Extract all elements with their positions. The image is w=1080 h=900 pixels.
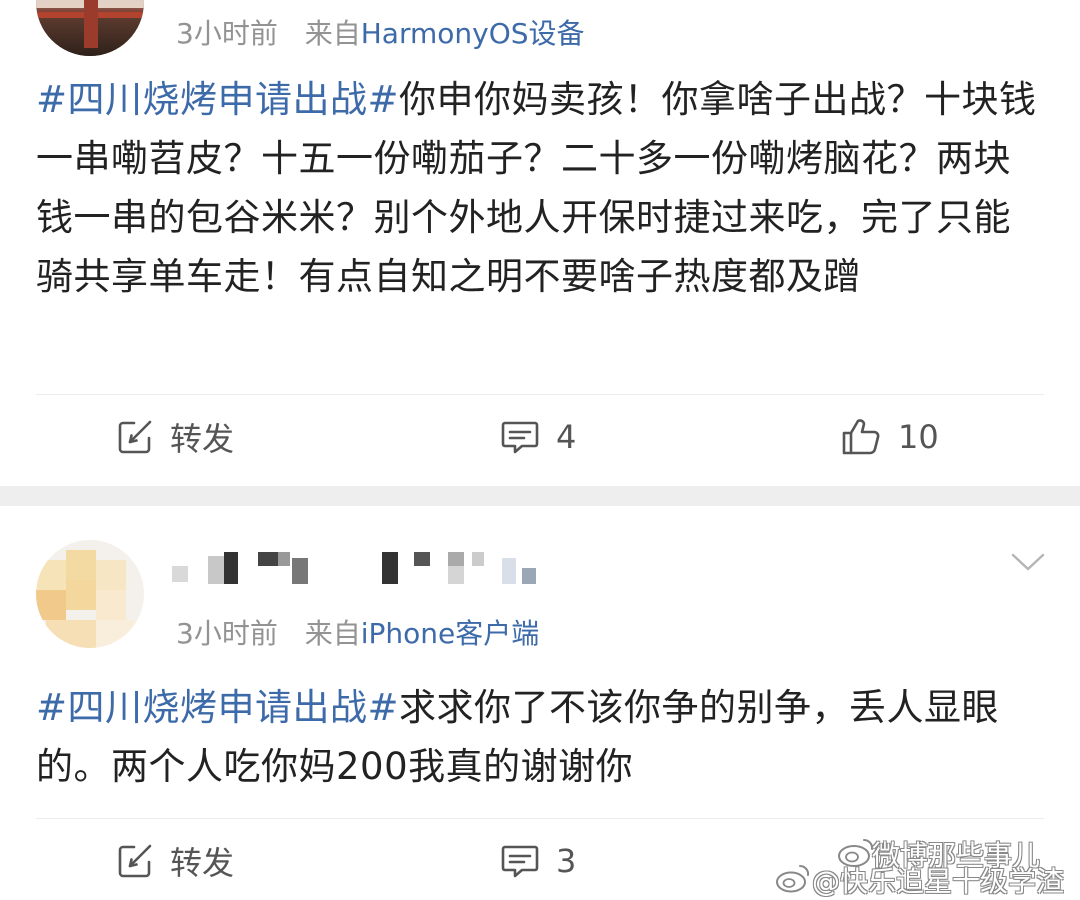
source-device[interactable]: HarmonyOS设备 (361, 17, 585, 50)
post-time: 3小时前 (176, 17, 278, 50)
comment-icon (501, 845, 539, 878)
source-prefix: 来自 (304, 17, 361, 50)
action-bar: 转发 4 10 (0, 398, 1080, 478)
feed-separator (0, 486, 1080, 506)
thumbs-up-icon (842, 419, 880, 455)
hashtag-link[interactable]: #四川烧烤申请出战# (36, 78, 399, 121)
repost-button[interactable]: 转发 (116, 840, 234, 882)
post-meta: 3小时前 来自iPhone客户端 (176, 612, 539, 652)
source-device[interactable]: iPhone客户端 (361, 617, 540, 650)
post-text: #四川烧烤申请出战#求求你了不该你争的别争，丢人显眼的。两个人吃你妈200我真的… (36, 678, 1044, 796)
avatar[interactable] (36, 540, 144, 648)
source-prefix: 来自 (304, 617, 361, 650)
comment-button[interactable]: 4 (500, 416, 576, 458)
avatar[interactable] (36, 0, 144, 56)
comment-icon (501, 421, 539, 454)
divider (36, 818, 1044, 819)
post-time: 3小时前 (176, 617, 278, 650)
post-text: #四川烧烤申请出战#你申你妈卖孩！你拿啥子出战？十块钱一串嘞苕皮？十五一份嘞茄子… (36, 70, 1044, 306)
weibo-logo-icon (776, 864, 810, 893)
comment-count: 4 (556, 418, 577, 456)
repost-label: 转发 (170, 420, 235, 458)
post-meta: 3小时前 来自HarmonyOS设备 (176, 12, 585, 52)
repost-label: 转发 (170, 844, 235, 882)
hashtag-link[interactable]: #四川烧烤申请出战# (36, 686, 399, 729)
post-card: 3小时前 来自HarmonyOS设备 #四川烧烤申请出战#你申你妈卖孩！你拿啥子… (0, 0, 1080, 486)
repost-icon (118, 844, 152, 878)
watermark-line2: @快乐追星十级学渣 (811, 865, 1064, 898)
chevron-down-icon[interactable] (1010, 550, 1046, 574)
comment-button[interactable]: 3 (500, 840, 576, 882)
like-count: 10 (898, 418, 939, 456)
weibo-feed: 3小时前 来自HarmonyOS设备 #四川烧烤申请出战#你申你妈卖孩！你拿啥子… (0, 0, 1080, 900)
comment-count: 3 (556, 842, 577, 880)
like-button[interactable]: 10 (840, 416, 939, 458)
divider (36, 394, 1044, 395)
repost-button[interactable]: 转发 (116, 416, 234, 458)
username-blurred[interactable] (172, 548, 552, 588)
repost-icon (118, 420, 152, 454)
